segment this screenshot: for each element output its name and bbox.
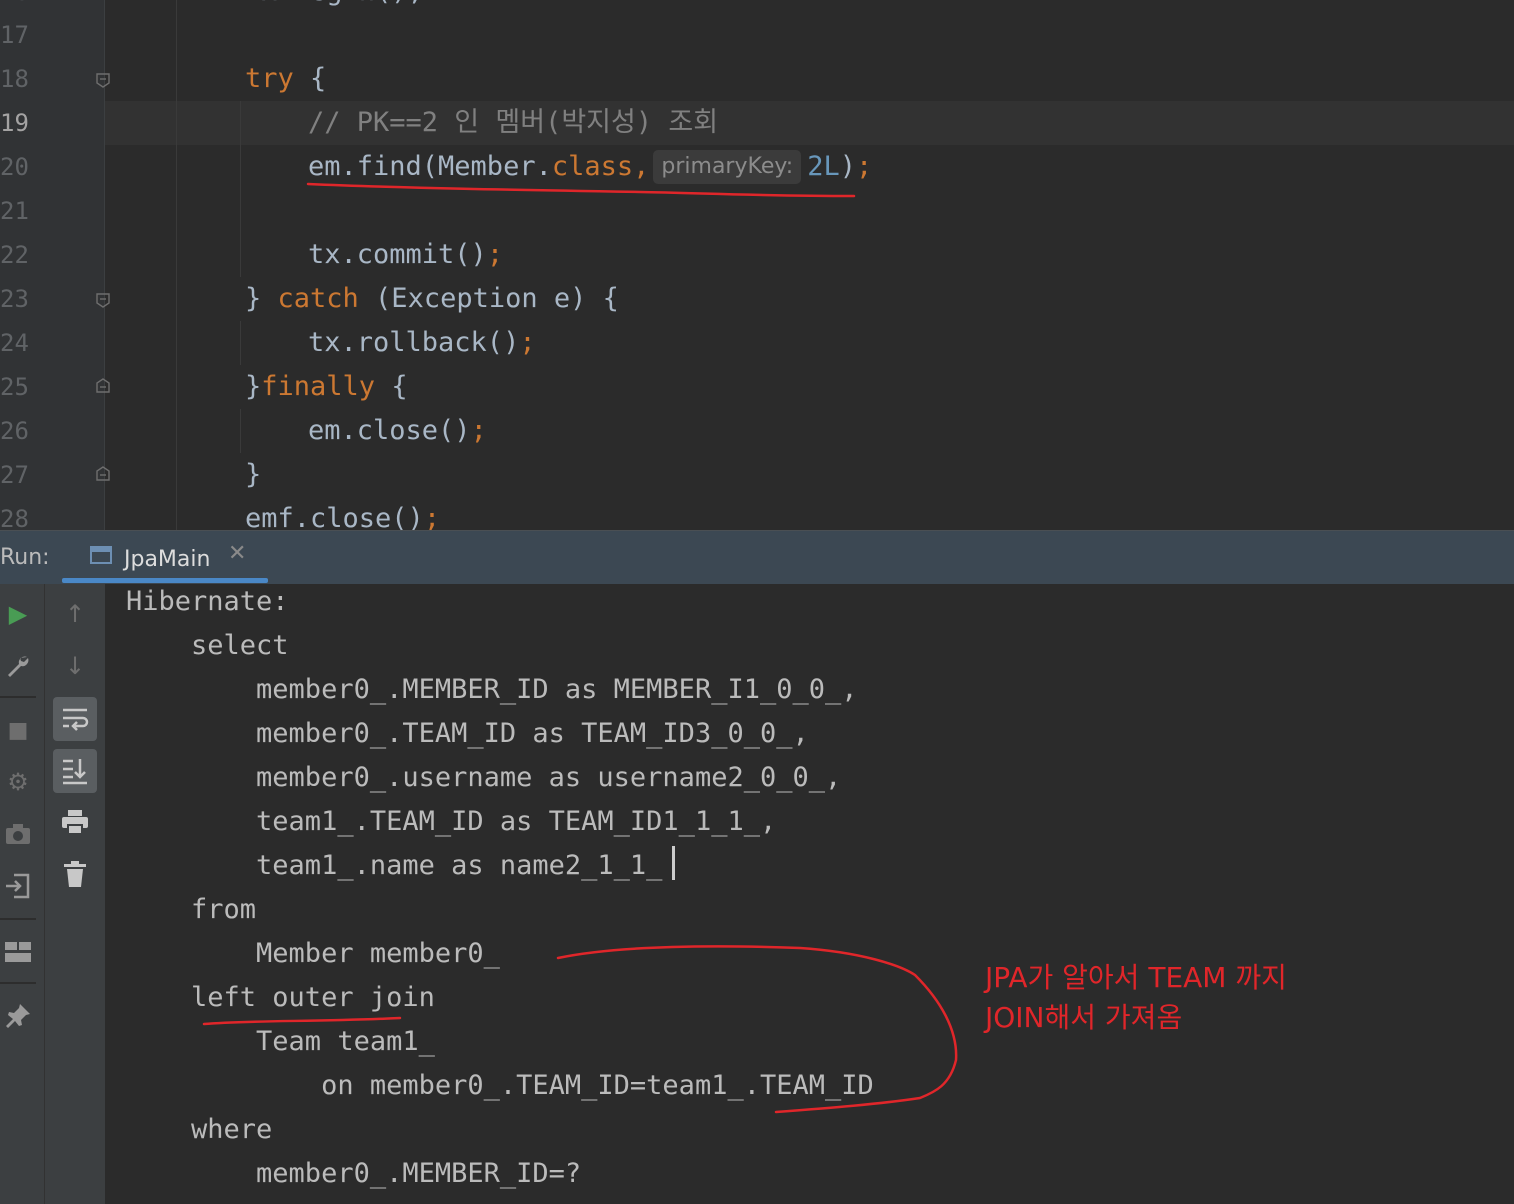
annotation-line-1: JPA가 알아서 TEAM 까지 bbox=[985, 961, 1287, 994]
red-annotation-strokes bbox=[202, 182, 958, 1114]
annotation-line-2: JOIN해서 가져옴 bbox=[985, 1001, 1183, 1034]
